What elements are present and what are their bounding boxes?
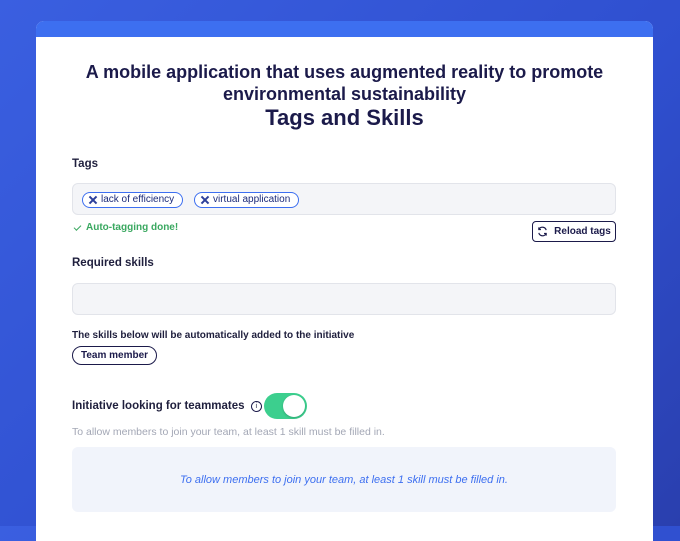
teammates-toggle[interactable]	[264, 393, 307, 419]
skill-pill: Team member	[72, 346, 158, 365]
section-title: Tags and Skills	[265, 105, 424, 130]
teammates-notice-text: To allow members to join your team, at l…	[180, 473, 508, 486]
close-icon[interactable]	[201, 196, 209, 204]
tag-chip-label: virtual application	[213, 194, 291, 205]
reload-tags-button[interactable]: Reload tags	[532, 221, 616, 242]
refresh-icon	[538, 226, 547, 237]
close-icon[interactable]	[89, 196, 97, 204]
card-header-bar	[36, 21, 653, 37]
tag-chip[interactable]: lack of efficiency	[82, 192, 184, 208]
required-skills-label: Required skills	[72, 257, 154, 269]
auto-skills-note: The skills below will be automatically a…	[72, 330, 355, 341]
tags-skills-card: A mobile application that uses augmented…	[36, 21, 653, 541]
reload-tags-label: Reload tags	[554, 226, 611, 237]
auto-tagging-status-text: Auto-tagging done!	[86, 222, 179, 233]
tag-chip-label: lack of efficiency	[101, 194, 175, 205]
toggle-knob	[283, 395, 305, 417]
info-icon[interactable]: i	[250, 401, 262, 412]
check-icon	[73, 222, 82, 231]
teammates-hint: To allow members to join your team, at l…	[72, 426, 385, 438]
initiative-title: A mobile application that uses augmented…	[85, 62, 604, 104]
required-skills-input[interactable]	[72, 283, 616, 315]
tags-input[interactable]: lack of efficiency virtual application	[72, 183, 616, 215]
teammates-label: Initiative looking for teammates i	[72, 400, 262, 412]
tags-label: Tags	[72, 158, 98, 170]
auto-tagging-status: Auto-tagging done!	[72, 222, 178, 233]
teammates-label-text: Initiative looking for teammates	[72, 400, 245, 412]
tag-chip[interactable]: virtual application	[194, 192, 300, 208]
teammates-notice: To allow members to join your team, at l…	[72, 447, 616, 512]
